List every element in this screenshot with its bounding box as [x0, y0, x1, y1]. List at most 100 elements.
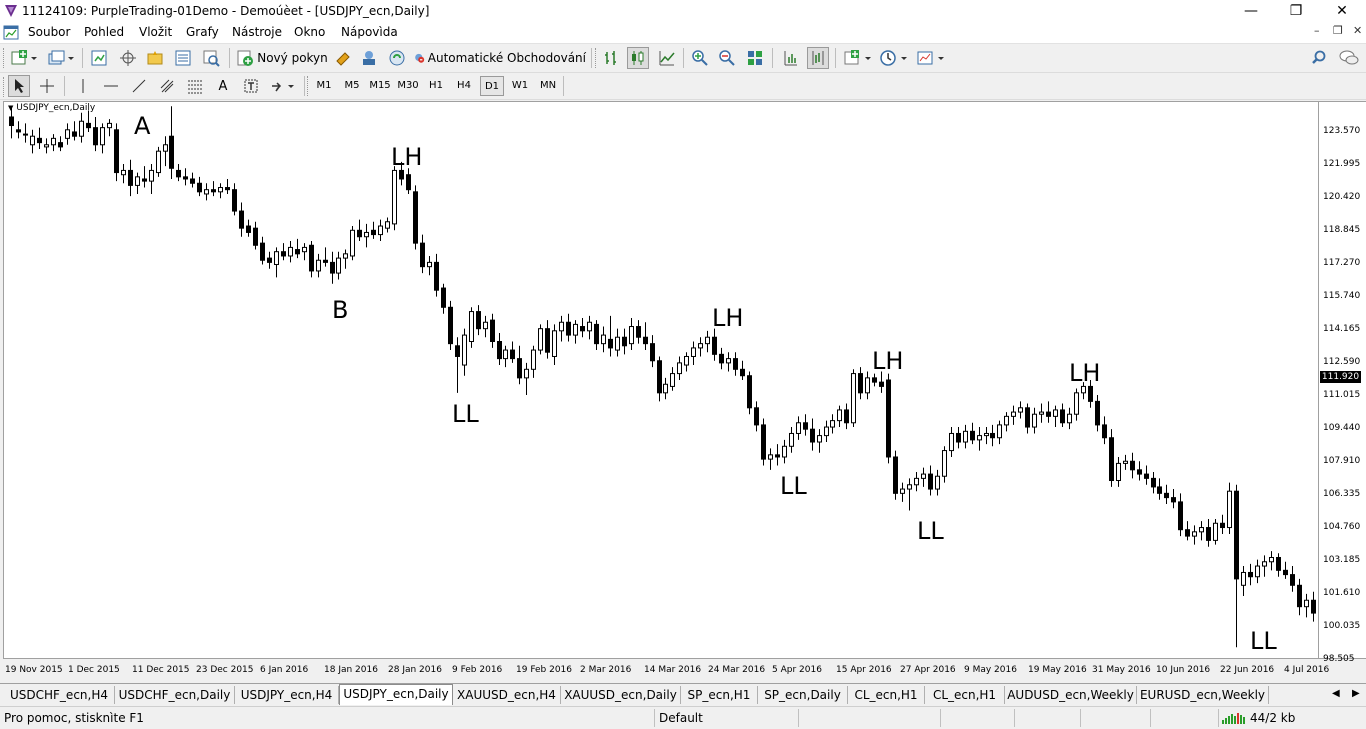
crosshair-tool-button[interactable] — [36, 75, 58, 97]
bullish-candle-body — [900, 488, 905, 494]
candle — [1185, 521, 1190, 541]
candlestick-chart[interactable] — [4, 102, 1318, 658]
mdi-restore-button[interactable]: ❐ — [1333, 24, 1343, 37]
timeframe-m30[interactable]: M30 — [396, 76, 420, 96]
menu-view[interactable]: Pohled — [84, 25, 124, 39]
chat-button[interactable] — [1336, 47, 1362, 69]
bearish-candle-body — [114, 129, 119, 174]
tab-sp-daily[interactable]: SP_ecn,Daily — [758, 686, 848, 704]
zoom-in-button[interactable] — [689, 47, 711, 69]
timeframe-m1[interactable]: M1 — [312, 76, 336, 96]
bullish-candle-body — [573, 323, 578, 336]
timeframe-m15[interactable]: M15 — [368, 76, 392, 96]
tabs-scroll-right[interactable]: ▶ — [1352, 688, 1360, 699]
search-button[interactable] — [1308, 47, 1330, 69]
data-window-button[interactable] — [117, 47, 139, 69]
autoscroll-button[interactable] — [807, 47, 829, 69]
candle-chart-button[interactable] — [627, 47, 649, 69]
menu-file[interactable]: Soubor — [28, 25, 70, 39]
toolbar-grip[interactable] — [3, 48, 7, 68]
chart-shift-button[interactable] — [779, 47, 801, 69]
auto-trading-button[interactable]: Automatické Obchodování — [414, 47, 586, 69]
crosshair-icon — [40, 79, 54, 93]
market-button[interactable] — [358, 47, 380, 69]
timeframe-m5[interactable]: M5 — [340, 76, 364, 96]
navigator-button[interactable] — [144, 47, 166, 69]
chart-window-icon[interactable] — [3, 25, 19, 40]
tab-sp-h1[interactable]: SP_ecn,H1 — [681, 686, 758, 704]
terminal-button[interactable] — [172, 47, 194, 69]
date-tick: 19 Feb 2016 — [516, 665, 573, 675]
tab-xauusd-h4[interactable]: XAUUSD_ecn,H4 — [453, 686, 561, 704]
menu-charts[interactable]: Grafy — [186, 25, 219, 39]
equidistant-channel-button[interactable] — [156, 75, 178, 97]
bullish-candle-body — [698, 343, 703, 349]
text-label-button[interactable] — [240, 75, 262, 97]
tabs-scroll-left[interactable]: ◀ — [1332, 688, 1340, 699]
tab-usdchf-h4[interactable]: USDCHF_ecn,H4 — [4, 686, 115, 704]
mql-community-button[interactable] — [386, 47, 408, 69]
horizontal-line-button[interactable] — [100, 75, 122, 97]
new-chart-button[interactable] — [9, 47, 39, 69]
strategy-tester-button[interactable] — [200, 47, 222, 69]
candle — [1109, 429, 1114, 487]
timeframe-h1[interactable]: H1 — [424, 76, 448, 96]
bearish-candle-body — [357, 229, 362, 238]
tab-cl-h1-2[interactable]: CL_ecn,H1 — [925, 686, 1005, 704]
candle — [594, 320, 599, 351]
tab-usdjpy-daily[interactable]: USDJPY_ecn,Daily — [339, 684, 453, 705]
trendline-button[interactable] — [128, 75, 150, 97]
bearish-candle-body — [1206, 527, 1211, 541]
line-chart-button[interactable] — [656, 47, 678, 69]
market-watch-button[interactable] — [88, 47, 110, 69]
new-order-button[interactable]: Nový pokyn — [236, 47, 328, 69]
timeframe-d1[interactable]: D1 — [480, 76, 504, 96]
bullish-candle-body — [789, 432, 794, 447]
arrows-button[interactable] — [268, 75, 298, 97]
tab-usdchf-daily[interactable]: USDCHF_ecn,Daily — [115, 686, 235, 704]
timeframe-h4[interactable]: H4 — [452, 76, 476, 96]
periods-button[interactable] — [878, 47, 910, 69]
tab-eurusd-weekly[interactable]: EURUSD_ecn,Weekly — [1137, 686, 1269, 704]
bullish-candle-body — [1304, 599, 1309, 608]
timeframe-w1[interactable]: W1 — [508, 76, 532, 96]
menu-help[interactable]: Nápovìda — [341, 25, 398, 39]
zoom-out-button[interactable] — [716, 47, 738, 69]
bearish-candle-body — [455, 345, 460, 357]
maximize-button[interactable]: ❐ — [1273, 0, 1319, 22]
timeframe-mn[interactable]: MN — [536, 76, 560, 96]
bearish-candle-body — [712, 336, 717, 355]
connection-status-icon[interactable] — [1222, 712, 1246, 724]
candle — [1025, 403, 1030, 434]
profiles-button[interactable] — [46, 47, 76, 69]
text-tool-button[interactable]: A — [212, 75, 234, 97]
bearish-candle-body — [441, 287, 446, 308]
candle — [893, 450, 898, 500]
mdi-minimize-button[interactable]: – — [1314, 24, 1320, 37]
candle — [1311, 591, 1316, 622]
close-button[interactable]: ✕ — [1319, 0, 1365, 22]
tab-cl-h1[interactable]: CL_ecn,H1 — [848, 686, 925, 704]
date-tick: 11 Dec 2015 — [132, 665, 190, 675]
tab-usdjpy-h4[interactable]: USDJPY_ecn,H4 — [235, 686, 339, 704]
menu-tools[interactable]: Nástroje — [232, 25, 282, 39]
fibonacci-button[interactable] — [184, 75, 206, 97]
tab-audusd-weekly[interactable]: AUDUSD_ecn,Weekly — [1005, 686, 1137, 704]
signals-button[interactable] — [332, 47, 354, 69]
bar-chart-button[interactable] — [600, 47, 622, 69]
tile-windows-button[interactable] — [744, 47, 766, 69]
bullish-candle-body — [552, 330, 557, 357]
mdi-close-button[interactable]: ✕ — [1353, 24, 1362, 37]
templates-button[interactable] — [915, 47, 947, 69]
candle — [225, 178, 230, 194]
bearish-candle-body — [9, 116, 14, 127]
minimize-button[interactable]: — — [1228, 0, 1274, 22]
bearish-candle-body — [1102, 424, 1107, 439]
tab-xauusd-daily[interactable]: XAUUSD_ecn,Daily — [561, 686, 681, 704]
menu-window[interactable]: Okno — [294, 25, 325, 39]
menu-insert[interactable]: Vložit — [139, 25, 172, 39]
indicators-button[interactable] — [842, 47, 874, 69]
candle — [1276, 553, 1281, 577]
vertical-line-button[interactable] — [72, 75, 94, 97]
cursor-button[interactable] — [8, 75, 30, 97]
